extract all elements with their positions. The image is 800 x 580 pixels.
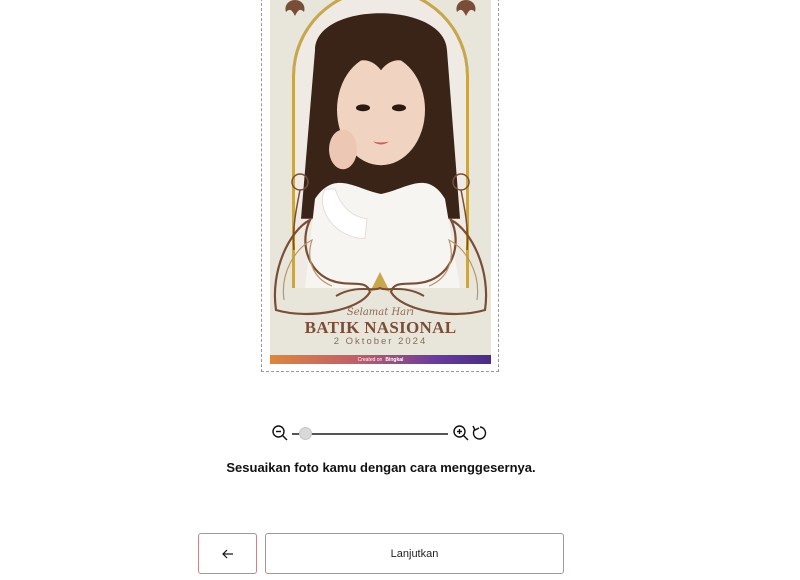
credit-bar: Created on Bingkai — [270, 355, 491, 364]
zoom-out-icon[interactable] — [270, 423, 290, 443]
arrow-left-icon — [221, 549, 233, 558]
greeting-title: BATIK NASIONAL — [304, 318, 457, 337]
twibbon-frame[interactable]: Selamat Hari BATIK NASIONAL 2 Oktober 20… — [270, 0, 491, 364]
zoom-slider-track[interactable] — [292, 433, 448, 435]
greeting-date: 2 Oktober 2024 — [333, 336, 428, 347]
batik-ornament — [273, 173, 488, 316]
rotate-reset-icon[interactable] — [470, 423, 490, 443]
continue-button-label: Lanjutkan — [390, 547, 439, 560]
continue-button[interactable]: Lanjutkan — [265, 533, 564, 574]
greeting-line-1: Selamat Hari — [346, 307, 415, 318]
back-button[interactable] — [198, 533, 257, 574]
zoom-controls — [270, 423, 490, 445]
instruction-text: Sesuaikan foto kamu dengan cara menggese… — [226, 460, 536, 475]
zoom-slider-thumb[interactable] — [299, 427, 313, 440]
credit-brand: Bingkai — [385, 356, 404, 363]
credit-prefix: Created on — [357, 356, 383, 363]
zoom-in-icon[interactable] — [451, 423, 471, 443]
